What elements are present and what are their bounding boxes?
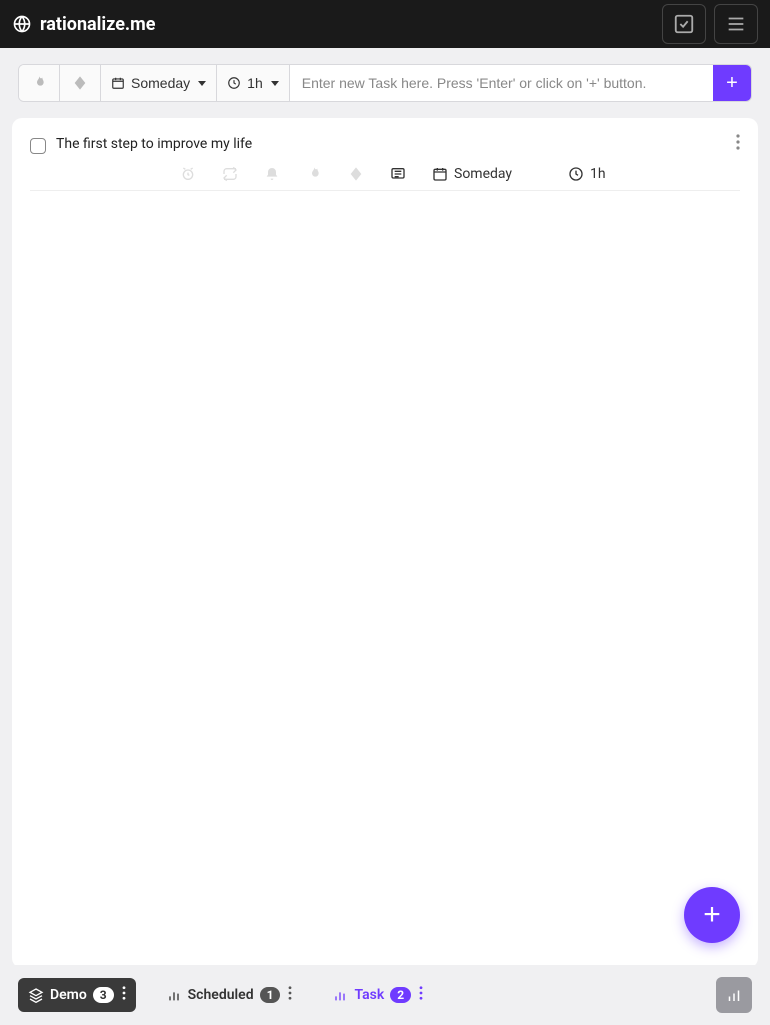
duration-value: 1h bbox=[590, 166, 606, 182]
fab-add-button[interactable]: + bbox=[684, 887, 740, 943]
alarm-meta[interactable] bbox=[180, 166, 196, 182]
bar-chart-icon bbox=[166, 987, 182, 1003]
demo-tab[interactable]: Demo 3 bbox=[18, 978, 136, 1012]
flame-icon bbox=[31, 75, 47, 91]
notes-meta[interactable] bbox=[390, 166, 406, 182]
demo-badge: 3 bbox=[93, 987, 114, 1003]
plus-icon: + bbox=[726, 72, 738, 95]
scheduled-tab[interactable]: Scheduled 1 bbox=[156, 978, 303, 1012]
task-row[interactable]: The first step to improve my life bbox=[30, 130, 740, 162]
task-checkbox[interactable] bbox=[30, 138, 46, 154]
bell-icon bbox=[264, 166, 280, 182]
calendar-icon bbox=[432, 166, 448, 182]
add-task-button[interactable]: + bbox=[713, 65, 751, 101]
plus-icon: + bbox=[703, 898, 721, 932]
task-label: Task bbox=[354, 987, 384, 1003]
schedule-meta[interactable]: Someday bbox=[432, 166, 512, 182]
task-menu-button[interactable] bbox=[736, 134, 740, 150]
reminder-meta[interactable] bbox=[264, 166, 280, 182]
kebab-icon bbox=[288, 986, 292, 1000]
diamond-icon bbox=[72, 75, 88, 91]
menu-button[interactable] bbox=[714, 4, 758, 44]
check-square-icon bbox=[673, 13, 695, 35]
calendar-icon bbox=[111, 76, 125, 90]
clock-icon bbox=[227, 76, 241, 90]
repeat-icon bbox=[222, 166, 238, 182]
scheduled-label: Scheduled bbox=[188, 987, 254, 1003]
bottom-bar: Demo 3 Scheduled 1 Task 2 bbox=[0, 965, 770, 1025]
duration-label: 1h bbox=[247, 75, 263, 91]
bottom-right bbox=[716, 977, 752, 1013]
clock-icon bbox=[568, 166, 584, 182]
task-meta-row: Someday 1h bbox=[30, 162, 740, 191]
task-title: The first step to improve my life bbox=[56, 136, 252, 152]
brand-logo-icon bbox=[12, 14, 32, 34]
notes-icon bbox=[390, 166, 406, 182]
kebab-icon bbox=[419, 986, 423, 1000]
chevron-down-icon bbox=[198, 81, 206, 86]
new-task-input[interactable] bbox=[290, 65, 713, 101]
bar-chart-icon bbox=[725, 986, 743, 1004]
task-list: The first step to improve my life bbox=[12, 118, 758, 968]
duration-meta[interactable]: 1h bbox=[568, 166, 606, 182]
brand[interactable]: rationalize.me bbox=[12, 14, 155, 35]
hamburger-icon bbox=[725, 13, 747, 35]
demo-label: Demo bbox=[50, 987, 87, 1003]
chevron-down-icon bbox=[271, 81, 279, 86]
scheduled-menu-button[interactable] bbox=[288, 986, 292, 1004]
header-actions bbox=[662, 4, 758, 44]
brand-text: rationalize.me bbox=[40, 14, 155, 35]
flame-filter-button[interactable] bbox=[19, 65, 60, 101]
flame-icon bbox=[306, 166, 322, 182]
schedule-value: Someday bbox=[454, 166, 512, 182]
kebab-icon bbox=[122, 986, 126, 1000]
task-tab[interactable]: Task 2 bbox=[322, 978, 433, 1012]
schedule-label: Someday bbox=[131, 75, 190, 91]
scheduled-badge: 1 bbox=[260, 987, 281, 1003]
app-header: rationalize.me bbox=[0, 0, 770, 48]
diamond-icon bbox=[348, 166, 364, 182]
layers-icon bbox=[28, 987, 44, 1003]
alarm-icon bbox=[180, 166, 196, 182]
schedule-dropdown[interactable]: Someday bbox=[101, 65, 217, 101]
task-badge: 2 bbox=[390, 987, 411, 1003]
priority-meta[interactable] bbox=[348, 166, 364, 182]
kebab-icon bbox=[736, 134, 740, 150]
priority-filter-button[interactable] bbox=[60, 65, 101, 101]
task-menu-button[interactable] bbox=[419, 986, 423, 1004]
demo-menu-button[interactable] bbox=[122, 986, 126, 1004]
flame-meta[interactable] bbox=[306, 166, 322, 182]
bar-chart-icon bbox=[332, 987, 348, 1003]
repeat-meta[interactable] bbox=[222, 166, 238, 182]
tasks-view-button[interactable] bbox=[662, 4, 706, 44]
duration-dropdown[interactable]: 1h bbox=[217, 65, 290, 101]
new-task-toolbar: Someday 1h + bbox=[18, 64, 752, 102]
stats-button[interactable] bbox=[716, 977, 752, 1013]
